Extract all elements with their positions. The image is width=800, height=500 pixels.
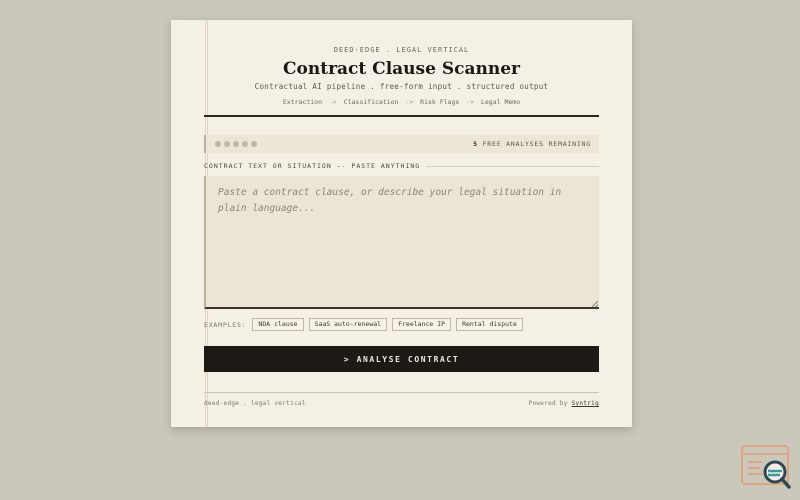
- textarea-wrap: [204, 176, 599, 309]
- remaining-label: FREE ANALYSES REMAINING: [482, 140, 591, 148]
- contract-text-input[interactable]: [204, 176, 599, 309]
- example-chip-nda-clause[interactable]: NDA clause: [252, 318, 304, 331]
- scanner-card: DEED-EDGE . LEGAL VERTICAL Contract Clau…: [171, 20, 632, 427]
- page-subtitle: Contractual AI pipeline . free-form inpu…: [254, 82, 549, 91]
- example-chip-freelance-ip[interactable]: Freelance IP: [392, 318, 452, 331]
- input-label: CONTRACT TEXT OR SITUATION -- PASTE ANYT…: [204, 162, 421, 170]
- footer: deed-edge . legal vertical Powered by Sy…: [204, 400, 599, 407]
- pipeline-steps: Extraction -> Classification -> Risk Fla…: [204, 98, 599, 106]
- analyse-contract-button[interactable]: > ANALYSE CONTRACT: [204, 346, 599, 372]
- pipeline-arrow: ->: [405, 98, 414, 106]
- pipeline-step: Risk Flags: [420, 98, 460, 106]
- usage-dots: [215, 141, 257, 147]
- input-label-row: CONTRACT TEXT OR SITUATION -- PASTE ANYT…: [204, 162, 599, 170]
- page-title: Contract Clause Scanner: [283, 59, 520, 79]
- footer-divider: [204, 392, 599, 393]
- resize-handle-icon[interactable]: [592, 301, 598, 307]
- remaining-analyses: 5 FREE ANALYSES REMAINING: [473, 140, 591, 148]
- usage-dot: [224, 141, 230, 147]
- pipeline-arrow: ->: [328, 98, 337, 106]
- footer-brand: deed-edge . legal vertical: [204, 400, 306, 407]
- pipeline-step: Legal Memo: [480, 98, 521, 106]
- examples-row: EXAMPLES: NDA clause SaaS auto-renewal F…: [204, 318, 599, 331]
- usage-dot: [215, 141, 221, 147]
- usage-status-bar: 5 FREE ANALYSES REMAINING: [204, 135, 599, 153]
- example-chip-rental-dispute[interactable]: Rental dispute: [456, 318, 523, 331]
- usage-dot: [251, 141, 257, 147]
- inspect-watermark-icon: [741, 445, 791, 489]
- card-content: DEED-EDGE . LEGAL VERTICAL Contract Clau…: [204, 20, 599, 407]
- powered-by-label: Powered by: [528, 400, 568, 407]
- usage-dot: [242, 141, 248, 147]
- footer-powered: Powered by Syntrig: [529, 400, 599, 407]
- header-divider: [204, 115, 599, 117]
- eyebrow: DEED-EDGE . LEGAL VERTICAL: [333, 46, 470, 54]
- pipeline-arrow: ->: [466, 98, 475, 106]
- examples-label: EXAMPLES:: [204, 320, 247, 329]
- example-chip-saas-auto-renewal[interactable]: SaaS auto-renewal: [308, 318, 388, 331]
- label-rule: [426, 165, 599, 167]
- pipeline-step: Extraction: [282, 98, 323, 106]
- remaining-count: 5: [473, 140, 478, 148]
- pipeline-step: Classification: [343, 98, 399, 106]
- syntrig-link[interactable]: Syntrig: [572, 400, 599, 407]
- usage-dot: [233, 141, 239, 147]
